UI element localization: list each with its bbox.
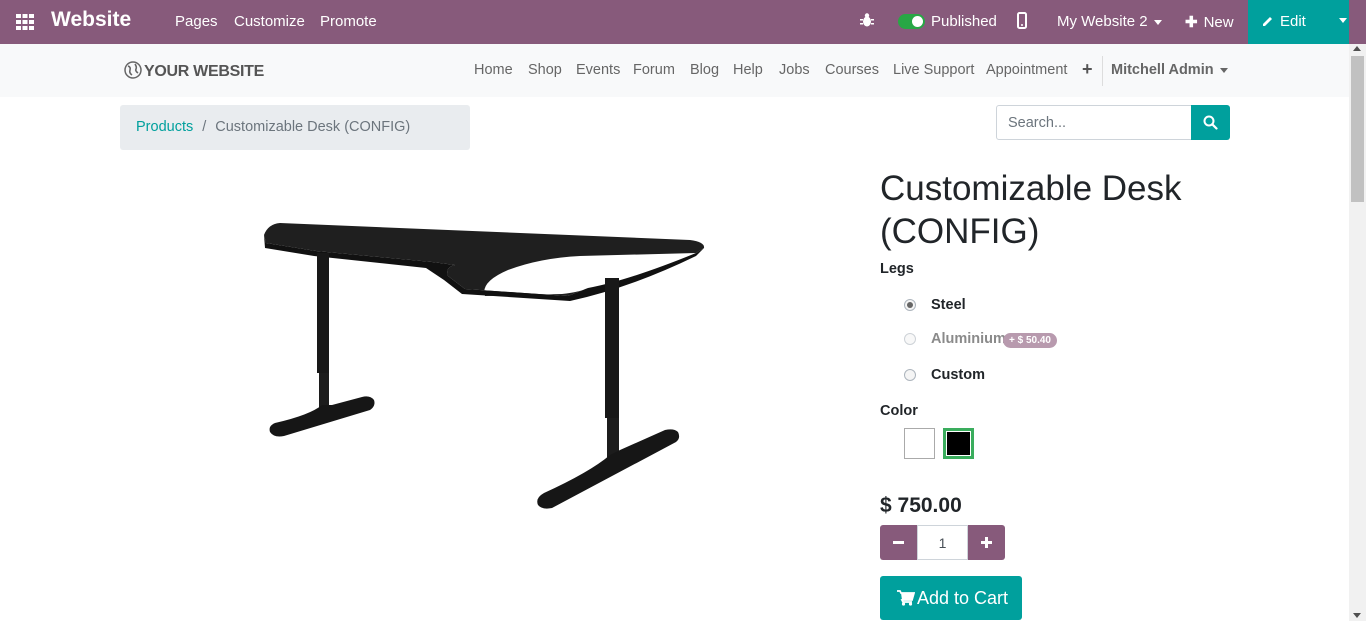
- user-name: Mitchell Admin: [1111, 62, 1214, 78]
- quantity-input[interactable]: [917, 525, 968, 560]
- edit-dropdown-toggle[interactable]: [1339, 18, 1347, 23]
- edit-button[interactable]: Edit: [1248, 0, 1349, 44]
- nav-help[interactable]: Help: [733, 62, 763, 78]
- new-label: New: [1203, 14, 1234, 31]
- chevron-down-icon: [1153, 19, 1162, 25]
- nav-home[interactable]: Home: [474, 62, 513, 78]
- website-selector[interactable]: My Website 2: [1057, 13, 1162, 30]
- custom-label[interactable]: Custom: [931, 367, 985, 383]
- add-menu-plus-icon[interactable]: +: [1082, 59, 1093, 80]
- product-title: Customizable Desk (CONFIG): [880, 169, 1182, 251]
- logo-text: YOUR WEBSITE: [144, 63, 264, 80]
- website-selector-label: My Website 2: [1057, 13, 1148, 30]
- breadcrumb-separator: /: [202, 119, 207, 135]
- aluminium-radio[interactable]: [904, 333, 916, 345]
- legs-attribute-label: Legs: [880, 261, 914, 277]
- shopping-cart-icon: [897, 590, 915, 606]
- nav-shop[interactable]: Shop: [528, 62, 562, 78]
- menu-customize[interactable]: Customize: [234, 13, 305, 30]
- color-swatch-black[interactable]: [943, 428, 974, 459]
- aluminium-label[interactable]: Aluminium: [931, 331, 1006, 347]
- user-menu[interactable]: Mitchell Admin: [1111, 62, 1228, 78]
- nav-live-support[interactable]: Live Support: [893, 62, 974, 78]
- breadcrumb-current: Customizable Desk (CONFIG): [215, 119, 411, 135]
- scrollbar-thumb[interactable]: [1351, 56, 1364, 202]
- steel-label[interactable]: Steel: [931, 297, 966, 313]
- mobile-preview-icon[interactable]: [1017, 12, 1027, 33]
- product-price: $ 750.00: [880, 494, 962, 517]
- edit-label: Edit: [1280, 13, 1306, 30]
- search-button[interactable]: [1191, 105, 1230, 140]
- navbar-divider: [1102, 56, 1103, 86]
- color-swatch-white[interactable]: [904, 428, 935, 459]
- published-toggle[interactable]: [898, 14, 925, 29]
- price-extra-badge: + $ 50.40: [1003, 333, 1057, 348]
- scroll-up-arrow-icon[interactable]: [1353, 46, 1361, 51]
- new-button[interactable]: ✚ New: [1185, 13, 1234, 31]
- website-navbar: YOUR WEBSITE Home Shop Events Forum Blog…: [0, 44, 1349, 97]
- quantity-minus-button[interactable]: [880, 525, 917, 560]
- color-attribute-label: Color: [880, 403, 918, 419]
- edit-label-wrap: Edit: [1262, 13, 1306, 30]
- menu-promote[interactable]: Promote: [320, 13, 377, 30]
- breadcrumb-products-link[interactable]: Products: [136, 119, 193, 135]
- nav-blog[interactable]: Blog: [690, 62, 719, 78]
- nav-events[interactable]: Events: [576, 62, 620, 78]
- admin-navbar: Website Pages Customize Promote Publishe…: [0, 0, 1366, 44]
- nav-jobs[interactable]: Jobs: [779, 62, 810, 78]
- custom-radio[interactable]: [904, 369, 916, 381]
- pencil-icon: [1263, 17, 1272, 26]
- nav-courses[interactable]: Courses: [825, 62, 879, 78]
- page-scrollbar[interactable]: [1349, 44, 1366, 621]
- steel-radio[interactable]: [904, 299, 916, 311]
- apps-grid-icon[interactable]: [15, 12, 35, 32]
- add-to-cart-button[interactable]: Add to Cart: [880, 576, 1022, 620]
- chevron-down-icon: [1219, 67, 1228, 73]
- search-input[interactable]: [996, 105, 1192, 140]
- nav-forum[interactable]: Forum: [633, 62, 675, 78]
- search-icon: [1203, 115, 1218, 130]
- quantity-plus-button[interactable]: [968, 525, 1005, 560]
- debug-bug-icon[interactable]: [860, 12, 874, 32]
- published-label[interactable]: Published: [931, 13, 997, 30]
- product-image[interactable]: [250, 210, 720, 520]
- corner-desk-image: [264, 223, 705, 509]
- add-to-cart-label: Add to Cart: [917, 588, 1009, 608]
- scroll-down-arrow-icon[interactable]: [1353, 613, 1361, 618]
- website-logo[interactable]: YOUR WEBSITE: [124, 61, 264, 81]
- product-search: [996, 105, 1230, 140]
- breadcrumb: Products / Customizable Desk (CONFIG): [120, 105, 470, 150]
- globe-icon: [124, 61, 142, 79]
- nav-appointment[interactable]: Appointment: [986, 62, 1067, 78]
- menu-pages[interactable]: Pages: [175, 13, 218, 30]
- app-name[interactable]: Website: [51, 8, 131, 32]
- plus-icon: ✚: [1185, 14, 1198, 31]
